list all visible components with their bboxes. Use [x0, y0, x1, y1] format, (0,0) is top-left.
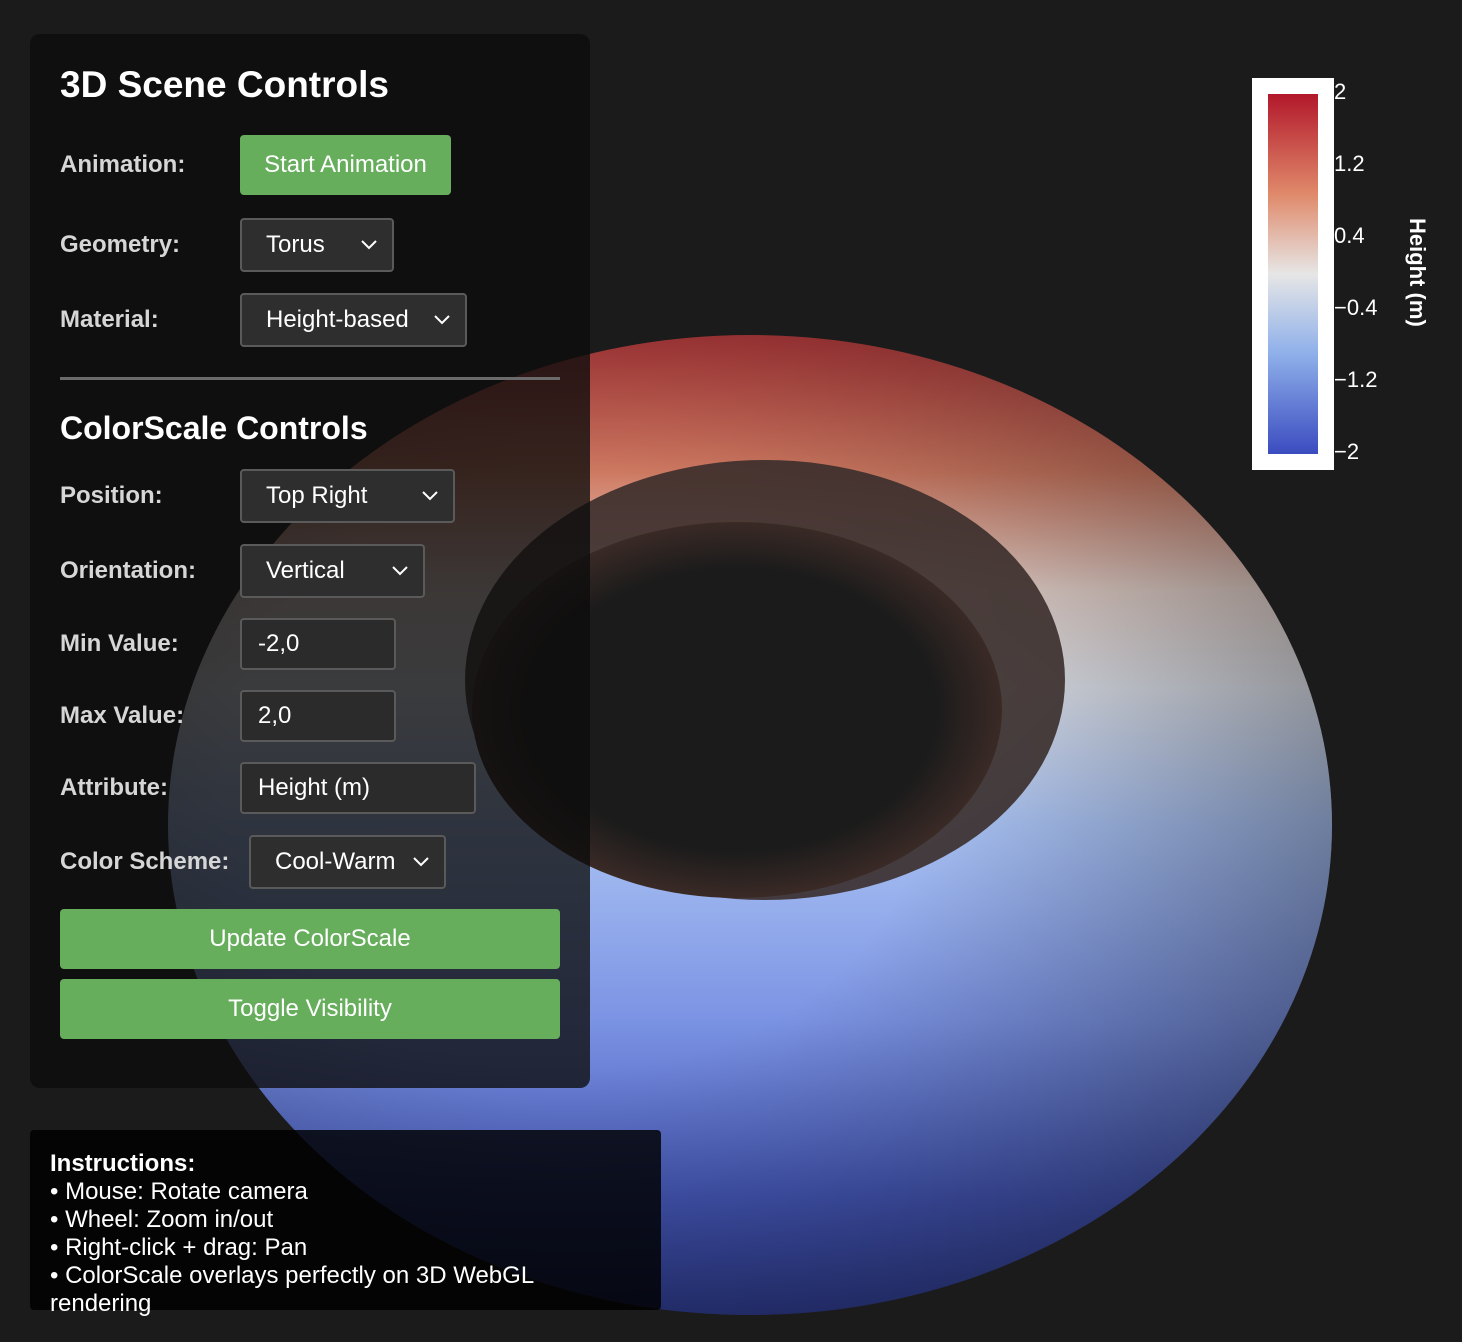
- attribute-text: Height (m): [258, 774, 371, 801]
- material-row: Material: Height-based: [60, 292, 560, 348]
- animation-row: Animation: Start Animation: [60, 135, 560, 195]
- attribute-label: Attribute:: [60, 774, 168, 801]
- material-select[interactable]: Height-based: [240, 293, 467, 347]
- scene-controls-panel: 3D Scene Controls Animation: Start Anima…: [30, 34, 590, 1088]
- instruction-line: • Wheel: Zoom in/out: [50, 1206, 274, 1233]
- colorbar-tick: [1326, 162, 1334, 164]
- colorbar-tick: [1326, 378, 1334, 380]
- geometry-select[interactable]: Torus: [240, 218, 394, 272]
- webgl-viewport[interactable]: 3D Scene Controls Animation: Start Anima…: [0, 0, 1462, 1342]
- min-value-label: Min Value:: [60, 630, 179, 657]
- geometry-select-value: Torus: [266, 231, 325, 258]
- position-select[interactable]: Top Right: [240, 469, 455, 523]
- colorbar-tick-label: −0.4: [1334, 295, 1378, 320]
- colorbar-tick-label: 2: [1334, 79, 1347, 104]
- max-value-input[interactable]: 2,0: [240, 690, 396, 742]
- colorbar-tick-label: 0.4: [1334, 223, 1365, 248]
- instructions-title: Instructions:: [50, 1150, 196, 1177]
- position-row: Position: Top Right: [60, 468, 560, 524]
- colorbar-tick: [1326, 450, 1334, 452]
- orientation-select[interactable]: Vertical: [240, 544, 425, 598]
- attribute-row: Attribute: Height (m): [60, 760, 560, 816]
- colorbar-gradient: [1268, 94, 1318, 454]
- chevron-down-icon: [392, 566, 408, 576]
- colorbar-tick: [1326, 234, 1334, 236]
- start-animation-button[interactable]: Start Animation: [240, 135, 451, 195]
- chevron-down-icon: [361, 240, 377, 250]
- min-value-text: -2,0: [258, 630, 300, 657]
- colorbar-tick-label: −1.2: [1334, 367, 1378, 392]
- section-divider: [60, 377, 560, 380]
- instruction-line: • Right-click + drag: Pan: [50, 1234, 308, 1261]
- orientation-label: Orientation:: [60, 557, 196, 584]
- geometry-row: Geometry: Torus: [60, 217, 560, 273]
- color-scheme-label: Color Scheme:: [60, 848, 230, 875]
- toggle-visibility-button[interactable]: Toggle Visibility: [60, 979, 560, 1039]
- colorbar-tick-label: 1.2: [1334, 151, 1365, 176]
- colorbar-tick: [1326, 306, 1334, 308]
- instruction-line: • Mouse: Rotate camera: [50, 1178, 308, 1205]
- max-value-label: Max Value:: [60, 702, 185, 729]
- color-scheme-select-value: Cool-Warm: [275, 848, 396, 875]
- chevron-down-icon: [434, 315, 450, 325]
- animation-label: Animation:: [60, 151, 186, 178]
- color-scheme-row: Color Scheme: Cool-Warm: [60, 834, 560, 890]
- chevron-down-icon: [413, 857, 429, 867]
- orientation-row: Orientation: Vertical: [60, 543, 560, 599]
- position-select-value: Top Right: [266, 482, 368, 509]
- material-label: Material:: [60, 306, 159, 333]
- instruction-line: • ColorScale overlays perfectly on 3D We…: [50, 1262, 534, 1317]
- scene-controls-title: 3D Scene Controls: [60, 64, 389, 105]
- colorbar-tick-label: −2: [1334, 439, 1360, 464]
- max-value-row: Max Value: 2,0: [60, 688, 560, 744]
- attribute-input[interactable]: Height (m): [240, 762, 476, 814]
- colorscale-controls-title: ColorScale Controls: [60, 410, 368, 446]
- max-value-text: 2,0: [258, 702, 292, 729]
- position-label: Position:: [60, 482, 163, 509]
- instructions-box: Instructions: • Mouse: Rotate camera • W…: [30, 1130, 661, 1317]
- chevron-down-icon: [422, 491, 438, 501]
- colorbar: [1252, 78, 1334, 470]
- colorbar-tick: [1326, 90, 1334, 92]
- orientation-select-value: Vertical: [266, 557, 345, 584]
- material-select-value: Height-based: [266, 306, 409, 333]
- update-colorscale-button[interactable]: Update ColorScale: [60, 909, 560, 969]
- min-value-input[interactable]: -2,0: [240, 618, 396, 670]
- geometry-label: Geometry:: [60, 231, 181, 258]
- min-value-row: Min Value: -2,0: [60, 616, 560, 672]
- color-scheme-select[interactable]: Cool-Warm: [249, 835, 446, 889]
- colorbar-title: Height (m): [1405, 218, 1430, 327]
